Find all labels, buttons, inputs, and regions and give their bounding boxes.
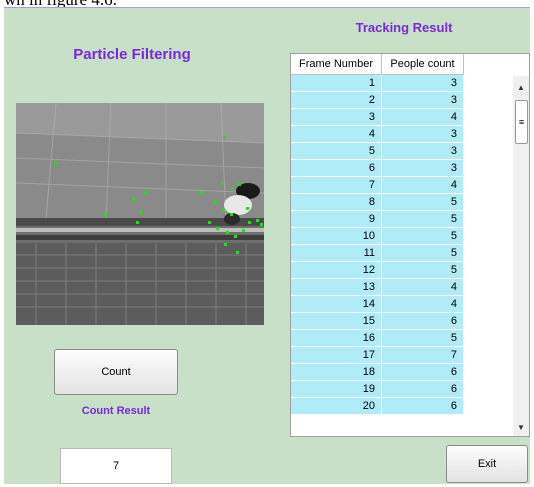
table-row[interactable]: 16 5 xyxy=(291,330,465,347)
count-button[interactable]: Count xyxy=(54,349,178,395)
frame-number-cell[interactable]: 18 xyxy=(291,364,382,381)
frame-number-cell[interactable]: 2 xyxy=(291,92,382,109)
table-row[interactable]: 63 xyxy=(291,160,465,177)
table-row[interactable]: 20 6 xyxy=(291,398,465,415)
frame-number-cell[interactable]: 4 xyxy=(291,126,382,143)
table-row[interactable]: 14 4 xyxy=(291,296,465,313)
table-row[interactable]: 10 5 xyxy=(291,228,465,245)
people-count-cell[interactable]: 4 xyxy=(382,177,464,194)
people-count-cell[interactable]: 6 xyxy=(382,313,464,330)
people-count-cell[interactable]: 3 xyxy=(382,143,464,160)
scroll-thumb[interactable]: ≡ xyxy=(515,100,528,144)
table-row[interactable]: 53 xyxy=(291,143,465,160)
scroll-up-arrow-icon[interactable]: ▲ xyxy=(513,80,529,96)
table-row[interactable]: 95 xyxy=(291,211,465,228)
table-row[interactable]: 13 xyxy=(291,75,465,92)
table-row[interactable]: 23 xyxy=(291,92,465,109)
frame-number-cell[interactable]: 9 xyxy=(291,211,382,228)
people-count-cell[interactable]: 5 xyxy=(382,194,464,211)
frame-number-cell[interactable]: 16 xyxy=(291,330,382,347)
people-count-cell[interactable]: 5 xyxy=(382,262,464,279)
column-header-people-count[interactable]: People count xyxy=(382,54,464,75)
people-count-cell[interactable]: 6 xyxy=(382,364,464,381)
frame-number-cell[interactable]: 1 xyxy=(291,75,382,92)
people-count-cell[interactable]: 4 xyxy=(382,109,464,126)
exit-button[interactable]: Exit xyxy=(446,445,528,483)
count-result-field[interactable]: 7 xyxy=(60,448,172,484)
video-frame xyxy=(16,103,264,325)
table-row[interactable]: 19 6 xyxy=(291,381,465,398)
frame-number-cell[interactable]: 14 xyxy=(291,296,382,313)
table-row[interactable]: 74 xyxy=(291,177,465,194)
table-row[interactable]: 11 5 xyxy=(291,245,465,262)
app-window: Particle Filtering Tracking Result Count… xyxy=(4,7,530,484)
people-count-cell[interactable]: 6 xyxy=(382,398,464,415)
frame-number-cell[interactable]: 13 xyxy=(291,279,382,296)
people-count-cell[interactable]: 5 xyxy=(382,245,464,262)
frame-number-cell[interactable]: 20 xyxy=(291,398,382,415)
table-header: Frame Number People count xyxy=(291,54,464,75)
frame-number-cell[interactable]: 6 xyxy=(291,160,382,177)
people-count-cell[interactable]: 7 xyxy=(382,347,464,364)
frame-number-cell[interactable]: 17 xyxy=(291,347,382,364)
video-frame-image xyxy=(16,103,264,325)
table-row[interactable]: 13 4 xyxy=(291,279,465,296)
table-row[interactable]: 18 6 xyxy=(291,364,465,381)
frame-number-cell[interactable]: 8 xyxy=(291,194,382,211)
people-count-cell[interactable]: 6 xyxy=(382,381,464,398)
table-row[interactable]: 12 5 xyxy=(291,262,465,279)
people-count-cell[interactable]: 4 xyxy=(382,296,464,313)
tracking-result-table[interactable]: Frame Number People count 13233443536374… xyxy=(290,53,530,437)
frame-number-cell[interactable]: 5 xyxy=(291,143,382,160)
count-result-label: Count Result xyxy=(81,405,151,417)
people-count-cell[interactable]: 5 xyxy=(382,228,464,245)
people-count-cell[interactable]: 5 xyxy=(382,211,464,228)
table-row[interactable]: 34 xyxy=(291,109,465,126)
frame-number-cell[interactable]: 11 xyxy=(291,245,382,262)
app-title: Particle Filtering xyxy=(73,46,191,63)
people-count-cell[interactable]: 3 xyxy=(382,92,464,109)
column-header-frame-number[interactable]: Frame Number xyxy=(291,54,382,75)
frame-number-cell[interactable]: 19 xyxy=(291,381,382,398)
frame-number-cell[interactable]: 7 xyxy=(291,177,382,194)
people-count-cell[interactable]: 3 xyxy=(382,160,464,177)
table-row[interactable]: 17 7 xyxy=(291,347,465,364)
tracking-result-title: Tracking Result xyxy=(355,20,453,35)
table-scrollbar[interactable]: ▲ ≡ ▼ xyxy=(513,76,529,436)
frame-number-cell[interactable]: 10 xyxy=(291,228,382,245)
people-count-cell[interactable]: 4 xyxy=(382,279,464,296)
table-row[interactable]: 85 xyxy=(291,194,465,211)
people-count-cell[interactable]: 3 xyxy=(382,75,464,92)
table-row[interactable]: 43 xyxy=(291,126,465,143)
people-count-cell[interactable]: 3 xyxy=(382,126,464,143)
frame-number-cell[interactable]: 3 xyxy=(291,109,382,126)
table-body: 1 3 2 3 3 4 4 3 5 3 6 3 7 4 8 5 9 5 10 5 11 5 12 5 13 4 14 4 15 6 16 5 1… xyxy=(291,75,465,415)
frame-number-cell[interactable]: 12 xyxy=(291,262,382,279)
frame-number-cell[interactable]: 15 xyxy=(291,313,382,330)
scroll-down-arrow-icon[interactable]: ▼ xyxy=(513,420,529,436)
people-count-cell[interactable]: 5 xyxy=(382,330,464,347)
table-row[interactable]: 15 6 xyxy=(291,313,465,330)
